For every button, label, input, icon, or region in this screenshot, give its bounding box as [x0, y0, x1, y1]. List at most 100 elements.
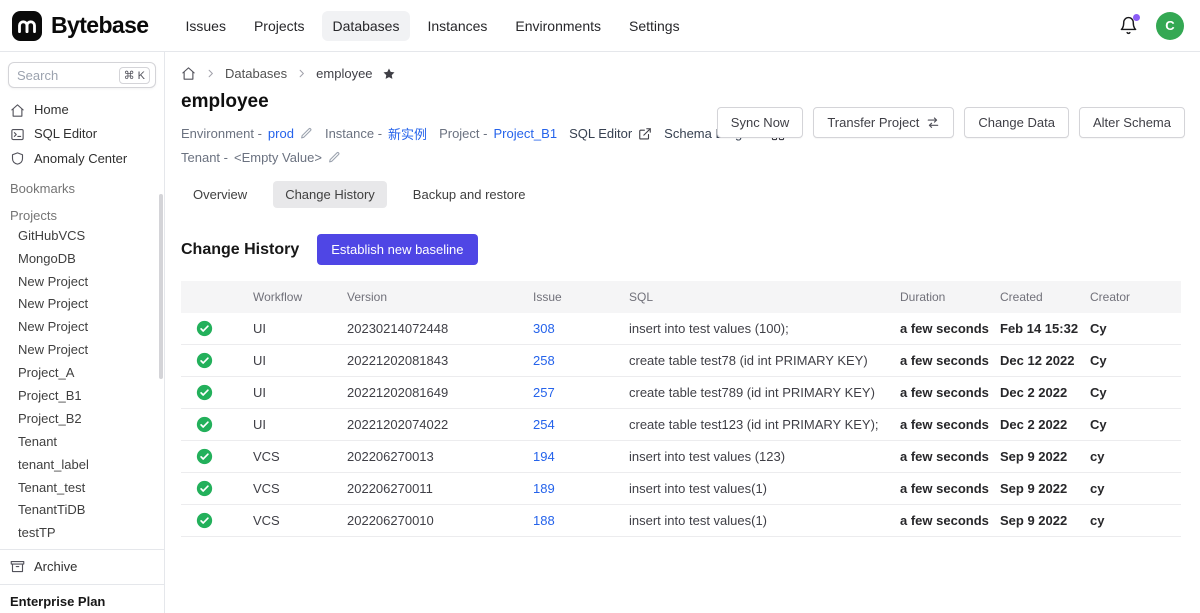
- breadcrumb-employee: employee: [316, 66, 372, 81]
- table-row[interactable]: UI 20221202081649 257 create table test7…: [181, 377, 1181, 409]
- sidebar-project-item[interactable]: Tenant_test: [0, 477, 164, 500]
- search-shortcut-badge: ⌘ K: [119, 67, 150, 84]
- search-box[interactable]: ⌘ K: [8, 62, 156, 88]
- tenant-label: Tenant -: [181, 150, 228, 165]
- issue-link[interactable]: 189: [533, 481, 555, 496]
- tab-overview[interactable]: Overview: [181, 181, 259, 208]
- cell-creator: Cy: [1080, 345, 1181, 377]
- sidebar-project-item[interactable]: TenantTiDB: [0, 499, 164, 522]
- chevron-right-icon: [296, 68, 307, 79]
- cell-sql: insert into test values(1): [619, 473, 890, 505]
- sidebar-scrollbar[interactable]: [159, 194, 163, 379]
- nav-databases[interactable]: Databases: [322, 11, 411, 41]
- change-data-button[interactable]: Change Data: [964, 107, 1069, 138]
- instance-link[interactable]: 新实例: [388, 124, 427, 143]
- environment-link[interactable]: prod: [268, 126, 294, 141]
- pencil-icon[interactable]: [328, 151, 341, 164]
- sidebar-project-item[interactable]: Tenant: [0, 431, 164, 454]
- page-title: employee: [181, 91, 717, 113]
- cell-workflow: VCS: [243, 505, 337, 537]
- table-row[interactable]: VCS 202206270013 194 insert into test va…: [181, 441, 1181, 473]
- tab-change-history[interactable]: Change History: [273, 181, 387, 208]
- nav-environments[interactable]: Environments: [504, 11, 612, 41]
- sidebar-item-sql-editor[interactable]: SQL Editor: [0, 122, 164, 146]
- sql-editor-link[interactable]: SQL Editor: [569, 126, 652, 141]
- cell-created: Dec 2 2022: [990, 377, 1080, 409]
- sidebar-project-item[interactable]: GitHubVCS: [0, 225, 164, 248]
- sidebar-project-item[interactable]: Project_B1: [0, 385, 164, 408]
- sidebar-project-item[interactable]: New Project: [0, 316, 164, 339]
- search-input[interactable]: [17, 68, 103, 83]
- nav-instances[interactable]: Instances: [416, 11, 498, 41]
- cell-duration: a few seconds: [890, 505, 990, 537]
- cell-workflow: UI: [243, 377, 337, 409]
- nav-issues[interactable]: Issues: [174, 11, 236, 41]
- breadcrumb: Databases employee: [181, 52, 1185, 81]
- sidebar-project-item[interactable]: New Project: [0, 293, 164, 316]
- page-actions: Sync Now Transfer Project Change Data Al…: [717, 107, 1185, 165]
- tab-bar: Overview Change History Backup and resto…: [181, 181, 1185, 208]
- sidebar-project-item[interactable]: MongoDB: [0, 248, 164, 271]
- sidebar-project-item[interactable]: testTP: [0, 522, 164, 545]
- bytebase-logo-icon: [12, 11, 42, 41]
- bytebase-logo[interactable]: Bytebase: [12, 11, 148, 41]
- cell-workflow: UI: [243, 409, 337, 441]
- cell-duration: a few seconds: [890, 473, 990, 505]
- table-row[interactable]: UI 20221202081843 258 create table test7…: [181, 345, 1181, 377]
- issue-link[interactable]: 194: [533, 449, 555, 464]
- table-row[interactable]: UI 20230214072448 308 insert into test v…: [181, 313, 1181, 345]
- nav-settings[interactable]: Settings: [618, 11, 691, 41]
- home-icon: [10, 103, 25, 118]
- project-link[interactable]: Project_B1: [493, 126, 557, 141]
- sidebar-project-item[interactable]: tenant_label: [0, 454, 164, 477]
- table-row[interactable]: UI 20221202074022 254 create table test1…: [181, 409, 1181, 441]
- sidebar-item-home[interactable]: Home: [0, 98, 164, 122]
- sidebar-project-item[interactable]: Project_B2: [0, 408, 164, 431]
- pencil-icon[interactable]: [300, 127, 313, 140]
- sidebar-scroll-area: Home SQL Editor Anomaly Center Bookmarks…: [0, 98, 164, 549]
- nav-projects[interactable]: Projects: [243, 11, 316, 41]
- sync-now-button[interactable]: Sync Now: [717, 107, 804, 138]
- issue-link[interactable]: 308: [533, 321, 555, 336]
- house-icon[interactable]: [181, 66, 196, 81]
- establish-baseline-button[interactable]: Establish new baseline: [317, 234, 477, 265]
- cell-sql: insert into test values(1): [619, 505, 890, 537]
- instance-label: Instance -: [325, 126, 382, 141]
- notification-dot: [1133, 14, 1140, 21]
- sidebar-project-item[interactable]: New Project: [0, 271, 164, 294]
- cell-version: 202206270011: [337, 473, 523, 505]
- plan-label[interactable]: Enterprise Plan: [0, 584, 164, 613]
- sidebar-project-item[interactable]: New Project: [0, 339, 164, 362]
- issue-link[interactable]: 258: [533, 353, 555, 368]
- table-row[interactable]: VCS 202206270011 189 insert into test va…: [181, 473, 1181, 505]
- sidebar-item-archive[interactable]: Archive: [0, 555, 164, 579]
- column-issue: Issue: [523, 281, 619, 313]
- column-workflow: Workflow: [243, 281, 337, 313]
- sidebar-item-label: Home: [34, 102, 69, 118]
- cell-version: 20230214072448: [337, 313, 523, 345]
- tab-backup-restore[interactable]: Backup and restore: [401, 181, 538, 208]
- button-label: Alter Schema: [1093, 115, 1171, 130]
- main-content: Databases employee employee Environment …: [165, 52, 1200, 613]
- breadcrumb-databases[interactable]: Databases: [225, 66, 287, 81]
- table-row[interactable]: VCS 202206270010 188 insert into test va…: [181, 505, 1181, 537]
- cell-duration: a few seconds: [890, 345, 990, 377]
- cell-version: 202206270013: [337, 441, 523, 473]
- transfer-project-button[interactable]: Transfer Project: [813, 107, 954, 138]
- alter-schema-button[interactable]: Alter Schema: [1079, 107, 1185, 138]
- cell-sql: insert into test values (100);: [619, 313, 890, 345]
- avatar[interactable]: C: [1156, 12, 1184, 40]
- notification-bell-icon[interactable]: [1119, 16, 1138, 35]
- cell-creator: Cy: [1080, 409, 1181, 441]
- issue-link[interactable]: 254: [533, 417, 555, 432]
- column-version: Version: [337, 281, 523, 313]
- sidebar-item-anomaly-center[interactable]: Anomaly Center: [0, 147, 164, 171]
- bookmark-star-icon[interactable]: [382, 67, 396, 81]
- sidebar-project-item[interactable]: Project_A: [0, 362, 164, 385]
- cell-duration: a few seconds: [890, 441, 990, 473]
- check-circle-icon: [196, 416, 233, 433]
- cell-version: 20221202081649: [337, 377, 523, 409]
- issue-link[interactable]: 188: [533, 513, 555, 528]
- issue-link[interactable]: 257: [533, 385, 555, 400]
- button-label: Transfer Project: [827, 115, 919, 130]
